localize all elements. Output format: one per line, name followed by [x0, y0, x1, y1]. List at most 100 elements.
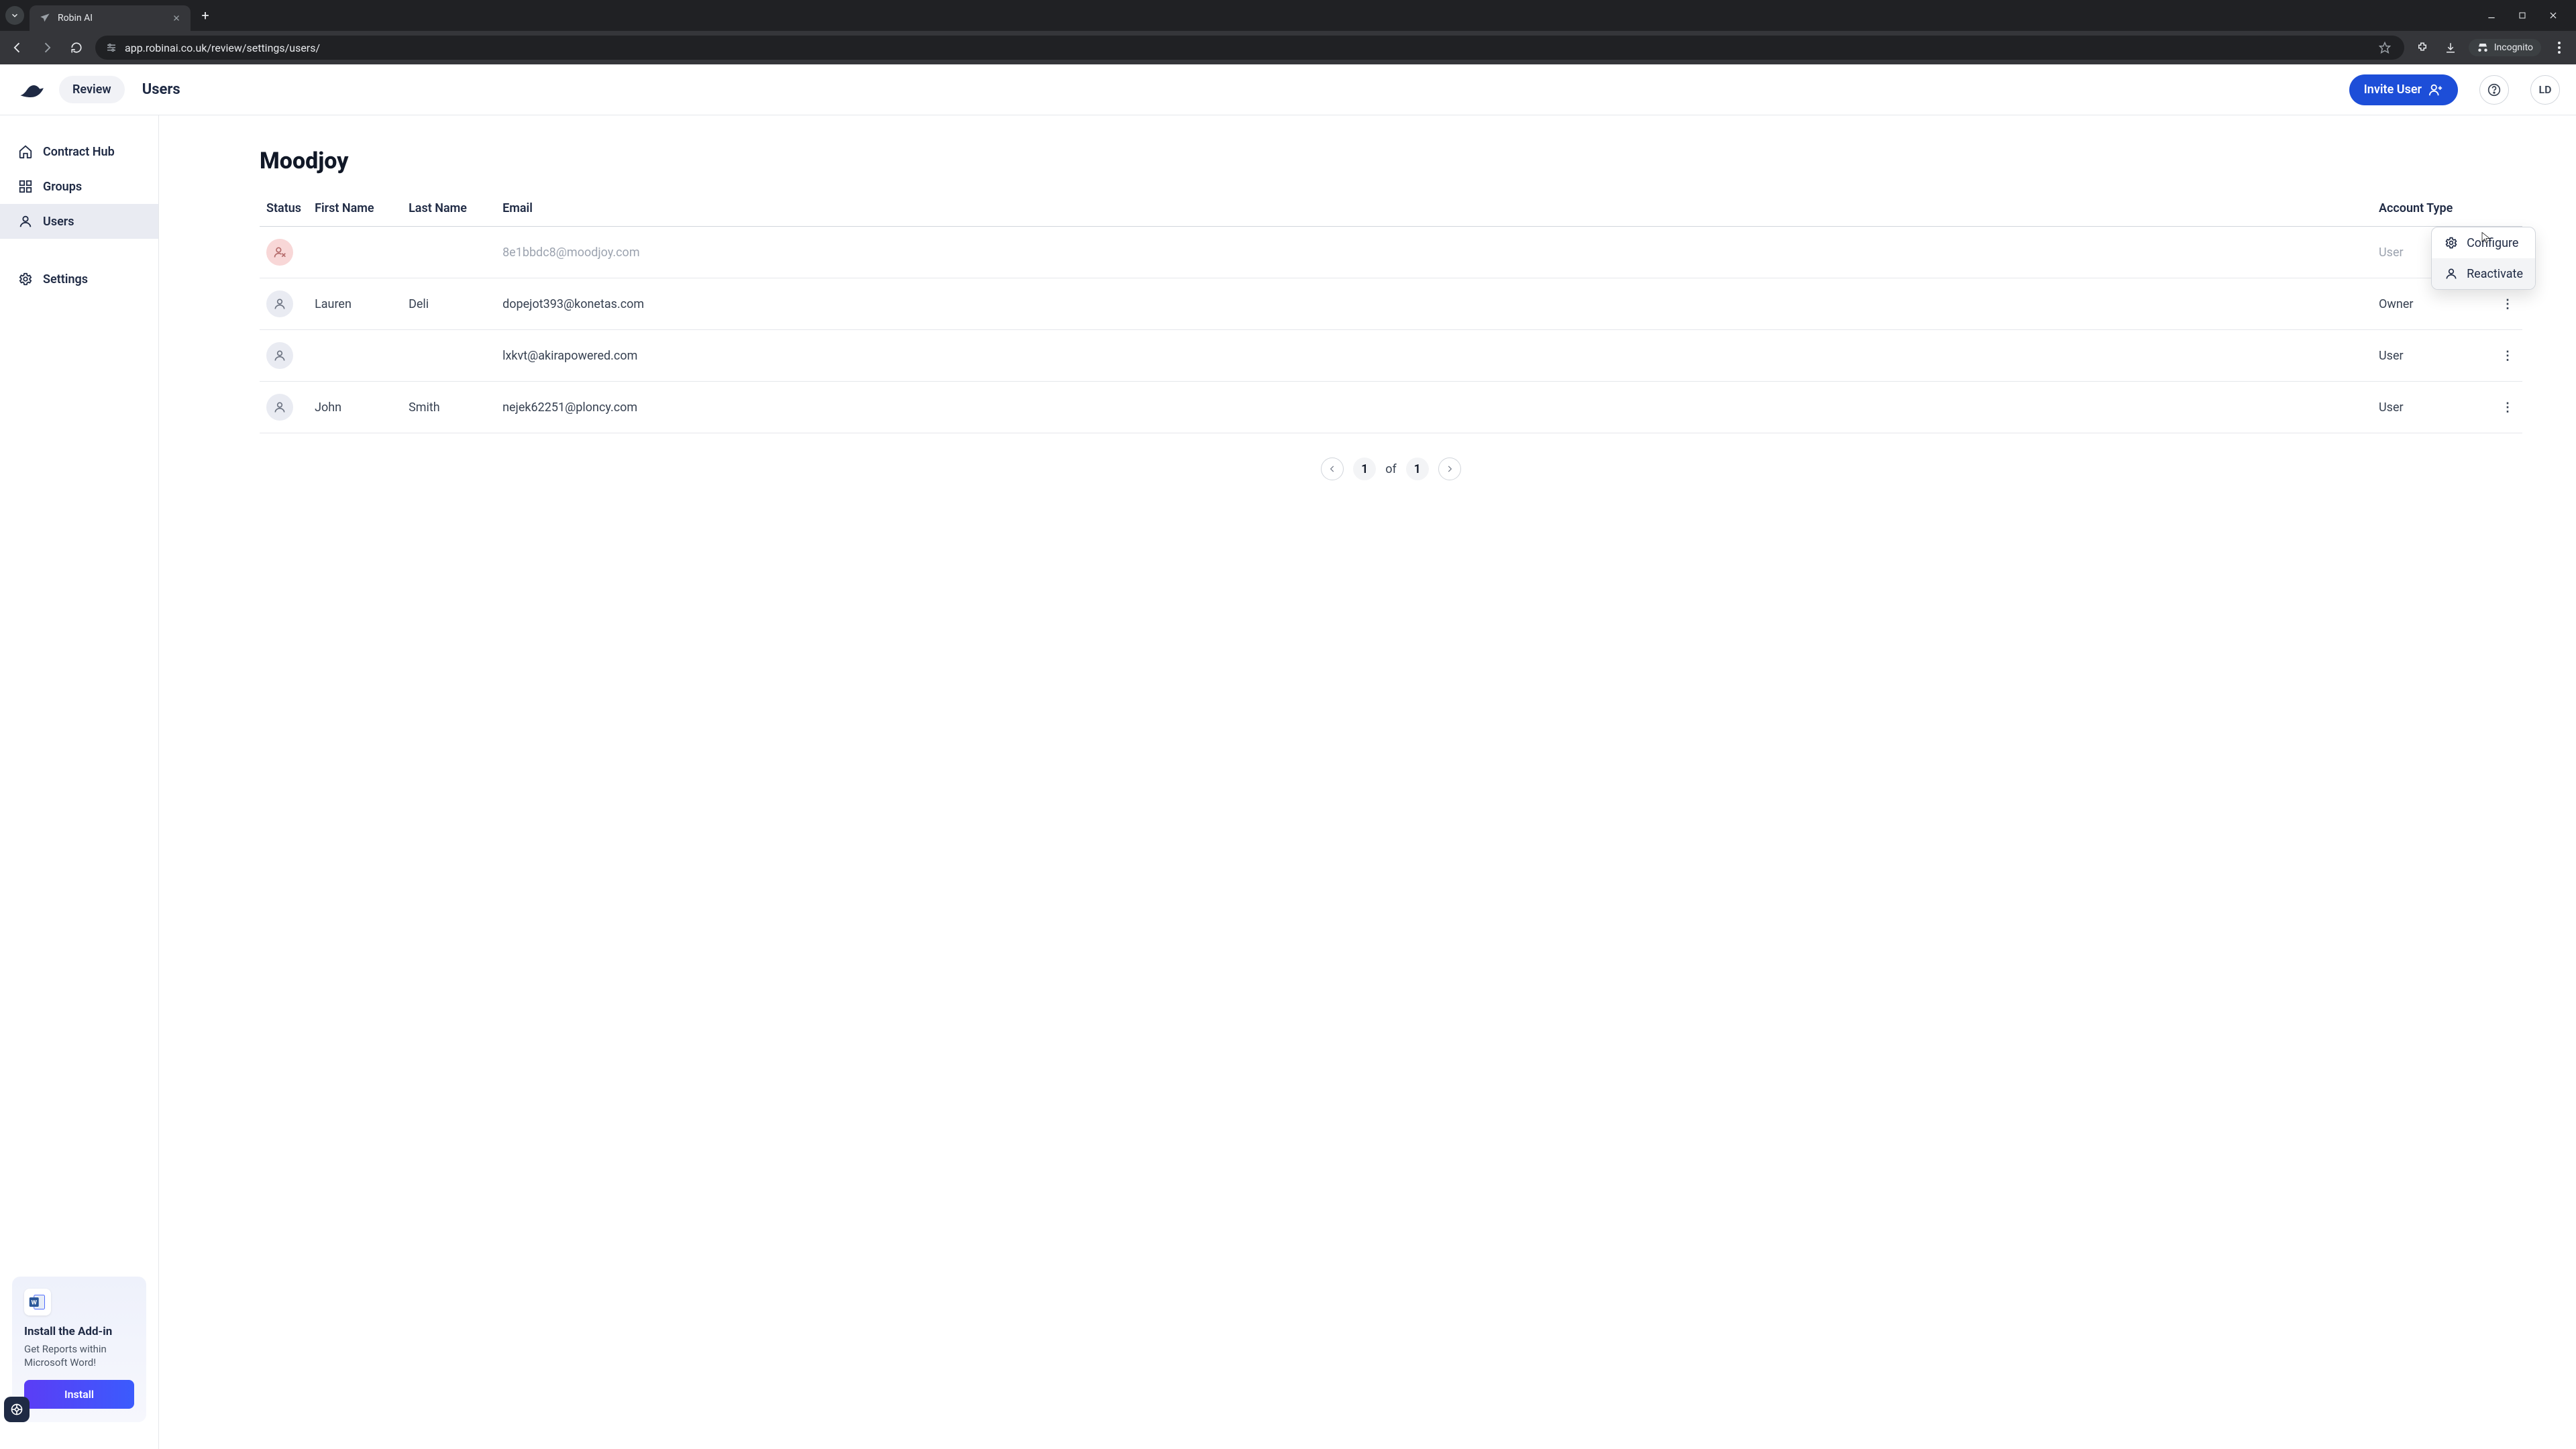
- popover-reactivate[interactable]: Reactivate: [2432, 258, 2535, 289]
- cell-account-type: User: [2372, 382, 2493, 433]
- profile-avatar[interactable]: LD: [2530, 75, 2560, 105]
- site-settings-icon[interactable]: [105, 41, 118, 54]
- cell-last-name: [402, 227, 496, 278]
- prev-page-button[interactable]: [1321, 458, 1344, 480]
- downloads-icon[interactable]: [2440, 38, 2461, 58]
- tab-favicon-icon: [39, 12, 51, 24]
- sidebar-item-groups[interactable]: Groups: [0, 169, 158, 204]
- reload-button[interactable]: [66, 37, 87, 58]
- table-row: lxkvt@akirapowered.comUser⋮: [260, 330, 2522, 382]
- back-button[interactable]: [7, 37, 28, 58]
- tab-close-button[interactable]: [170, 12, 182, 24]
- cell-account-type: User: [2372, 330, 2493, 382]
- org-title: Moodjoy: [260, 148, 2522, 174]
- incognito-indicator[interactable]: Incognito: [2469, 39, 2541, 56]
- forward-button[interactable]: [36, 37, 58, 58]
- browser-chrome: Robin AI + app.robinai.co.uk/review/sett…: [0, 0, 2576, 64]
- cell-email: 8e1bbdc8@moodjoy.com: [496, 227, 2372, 278]
- row-actions-popover: Configure Reactivate: [2431, 227, 2536, 290]
- minimize-button[interactable]: [2482, 6, 2501, 25]
- incognito-label: Incognito: [2494, 42, 2533, 53]
- gear-icon: [2444, 235, 2459, 250]
- app-logo-icon[interactable]: [16, 74, 47, 105]
- status-avatar-icon: [266, 394, 293, 421]
- add-user-icon: [2428, 83, 2443, 97]
- pagination: 1 of 1: [260, 458, 2522, 480]
- cell-first-name: Lauren: [308, 278, 402, 330]
- status-avatar-icon: [266, 239, 293, 266]
- sidebar-item-label: Users: [43, 215, 74, 229]
- pager-of: of: [1385, 462, 1397, 476]
- cell-first-name: [308, 330, 402, 382]
- tab-title: Robin AI: [58, 13, 164, 23]
- gear-icon: [17, 271, 34, 287]
- addin-card: W Install the Add-in Get Reports within …: [12, 1277, 146, 1423]
- addin-title: Install the Add-in: [24, 1325, 134, 1338]
- cell-first-name: [308, 227, 402, 278]
- window-controls: [2482, 6, 2571, 25]
- app-header: Review Users Invite User LD: [0, 64, 2576, 115]
- current-page: 1: [1353, 458, 1376, 480]
- addin-desc: Get Reports within Microsoft Word!: [24, 1342, 134, 1370]
- new-tab-button[interactable]: +: [196, 6, 215, 25]
- tab-strip: Robin AI +: [0, 0, 2576, 31]
- sidebar-item-label: Contract Hub: [43, 145, 115, 159]
- col-email: Email: [496, 193, 2372, 227]
- app-body: Contract Hub Groups Users Settings W Ins…: [0, 115, 2576, 1449]
- invite-user-button[interactable]: Invite User: [2349, 74, 2458, 105]
- popover-reactivate-label: Reactivate: [2467, 267, 2523, 281]
- status-avatar-icon: [266, 342, 293, 369]
- col-last-name: Last Name: [402, 193, 496, 227]
- support-launcher[interactable]: [4, 1397, 30, 1422]
- col-account-type: Account Type: [2372, 193, 2493, 227]
- table-row: LaurenDelidopejot393@konetas.comOwner⋮: [260, 278, 2522, 330]
- help-button[interactable]: [2479, 75, 2509, 105]
- sidebar: Contract Hub Groups Users Settings W Ins…: [0, 115, 159, 1449]
- status-avatar-icon: [266, 290, 293, 317]
- user-icon: [2444, 266, 2459, 281]
- cell-email: lxkvt@akirapowered.com: [496, 330, 2372, 382]
- table-row: JohnSmithnejek62251@ploncy.comUser⋮: [260, 382, 2522, 433]
- tab-search-button[interactable]: [5, 6, 24, 25]
- main-content: Moodjoy Status First Name Last Name Emai…: [159, 115, 2576, 1449]
- page-title: Users: [142, 81, 180, 98]
- word-icon: W: [24, 1289, 51, 1316]
- user-icon: [17, 213, 34, 229]
- cell-last-name: Deli: [402, 278, 496, 330]
- bookmark-icon[interactable]: [2375, 38, 2395, 58]
- help-icon: [2487, 83, 2501, 97]
- install-button[interactable]: Install: [24, 1380, 134, 1409]
- extensions-icon[interactable]: [2412, 38, 2432, 58]
- browser-menu-icon[interactable]: [2549, 38, 2569, 58]
- cell-email: nejek62251@ploncy.com: [496, 382, 2372, 433]
- row-menu-button[interactable]: ⋮: [2493, 330, 2522, 382]
- row-menu-button[interactable]: ⋮: [2493, 382, 2522, 433]
- sidebar-item-settings[interactable]: Settings: [0, 262, 158, 297]
- popover-configure[interactable]: Configure: [2432, 227, 2535, 258]
- app-root: Review Users Invite User LD Contract Hub…: [0, 64, 2576, 1449]
- incognito-icon: [2477, 42, 2489, 54]
- sidebar-item-contract-hub[interactable]: Contract Hub: [0, 134, 158, 169]
- address-bar[interactable]: app.robinai.co.uk/review/settings/users/: [95, 36, 2404, 60]
- sidebar-item-users[interactable]: Users: [0, 204, 158, 239]
- next-page-button[interactable]: [1438, 458, 1461, 480]
- table-row: 8e1bbdc8@moodjoy.comUser⋮: [260, 227, 2522, 278]
- close-window-button[interactable]: [2544, 6, 2563, 25]
- cell-last-name: Smith: [402, 382, 496, 433]
- invite-user-label: Invite User: [2364, 83, 2422, 97]
- home-icon: [17, 144, 34, 160]
- total-pages: 1: [1406, 458, 1429, 480]
- browser-toolbar: app.robinai.co.uk/review/settings/users/…: [0, 31, 2576, 64]
- maximize-button[interactable]: [2513, 6, 2532, 25]
- cell-last-name: [402, 330, 496, 382]
- users-table: Status First Name Last Name Email Accoun…: [260, 193, 2522, 433]
- col-first-name: First Name: [308, 193, 402, 227]
- cell-first-name: John: [308, 382, 402, 433]
- browser-tab[interactable]: Robin AI: [30, 5, 191, 31]
- sidebar-item-label: Groups: [43, 180, 82, 194]
- url-text: app.robinai.co.uk/review/settings/users/: [125, 42, 2368, 54]
- review-pill[interactable]: Review: [59, 76, 125, 103]
- sidebar-item-label: Settings: [43, 272, 88, 286]
- col-status: Status: [260, 193, 308, 227]
- cell-email: dopejot393@konetas.com: [496, 278, 2372, 330]
